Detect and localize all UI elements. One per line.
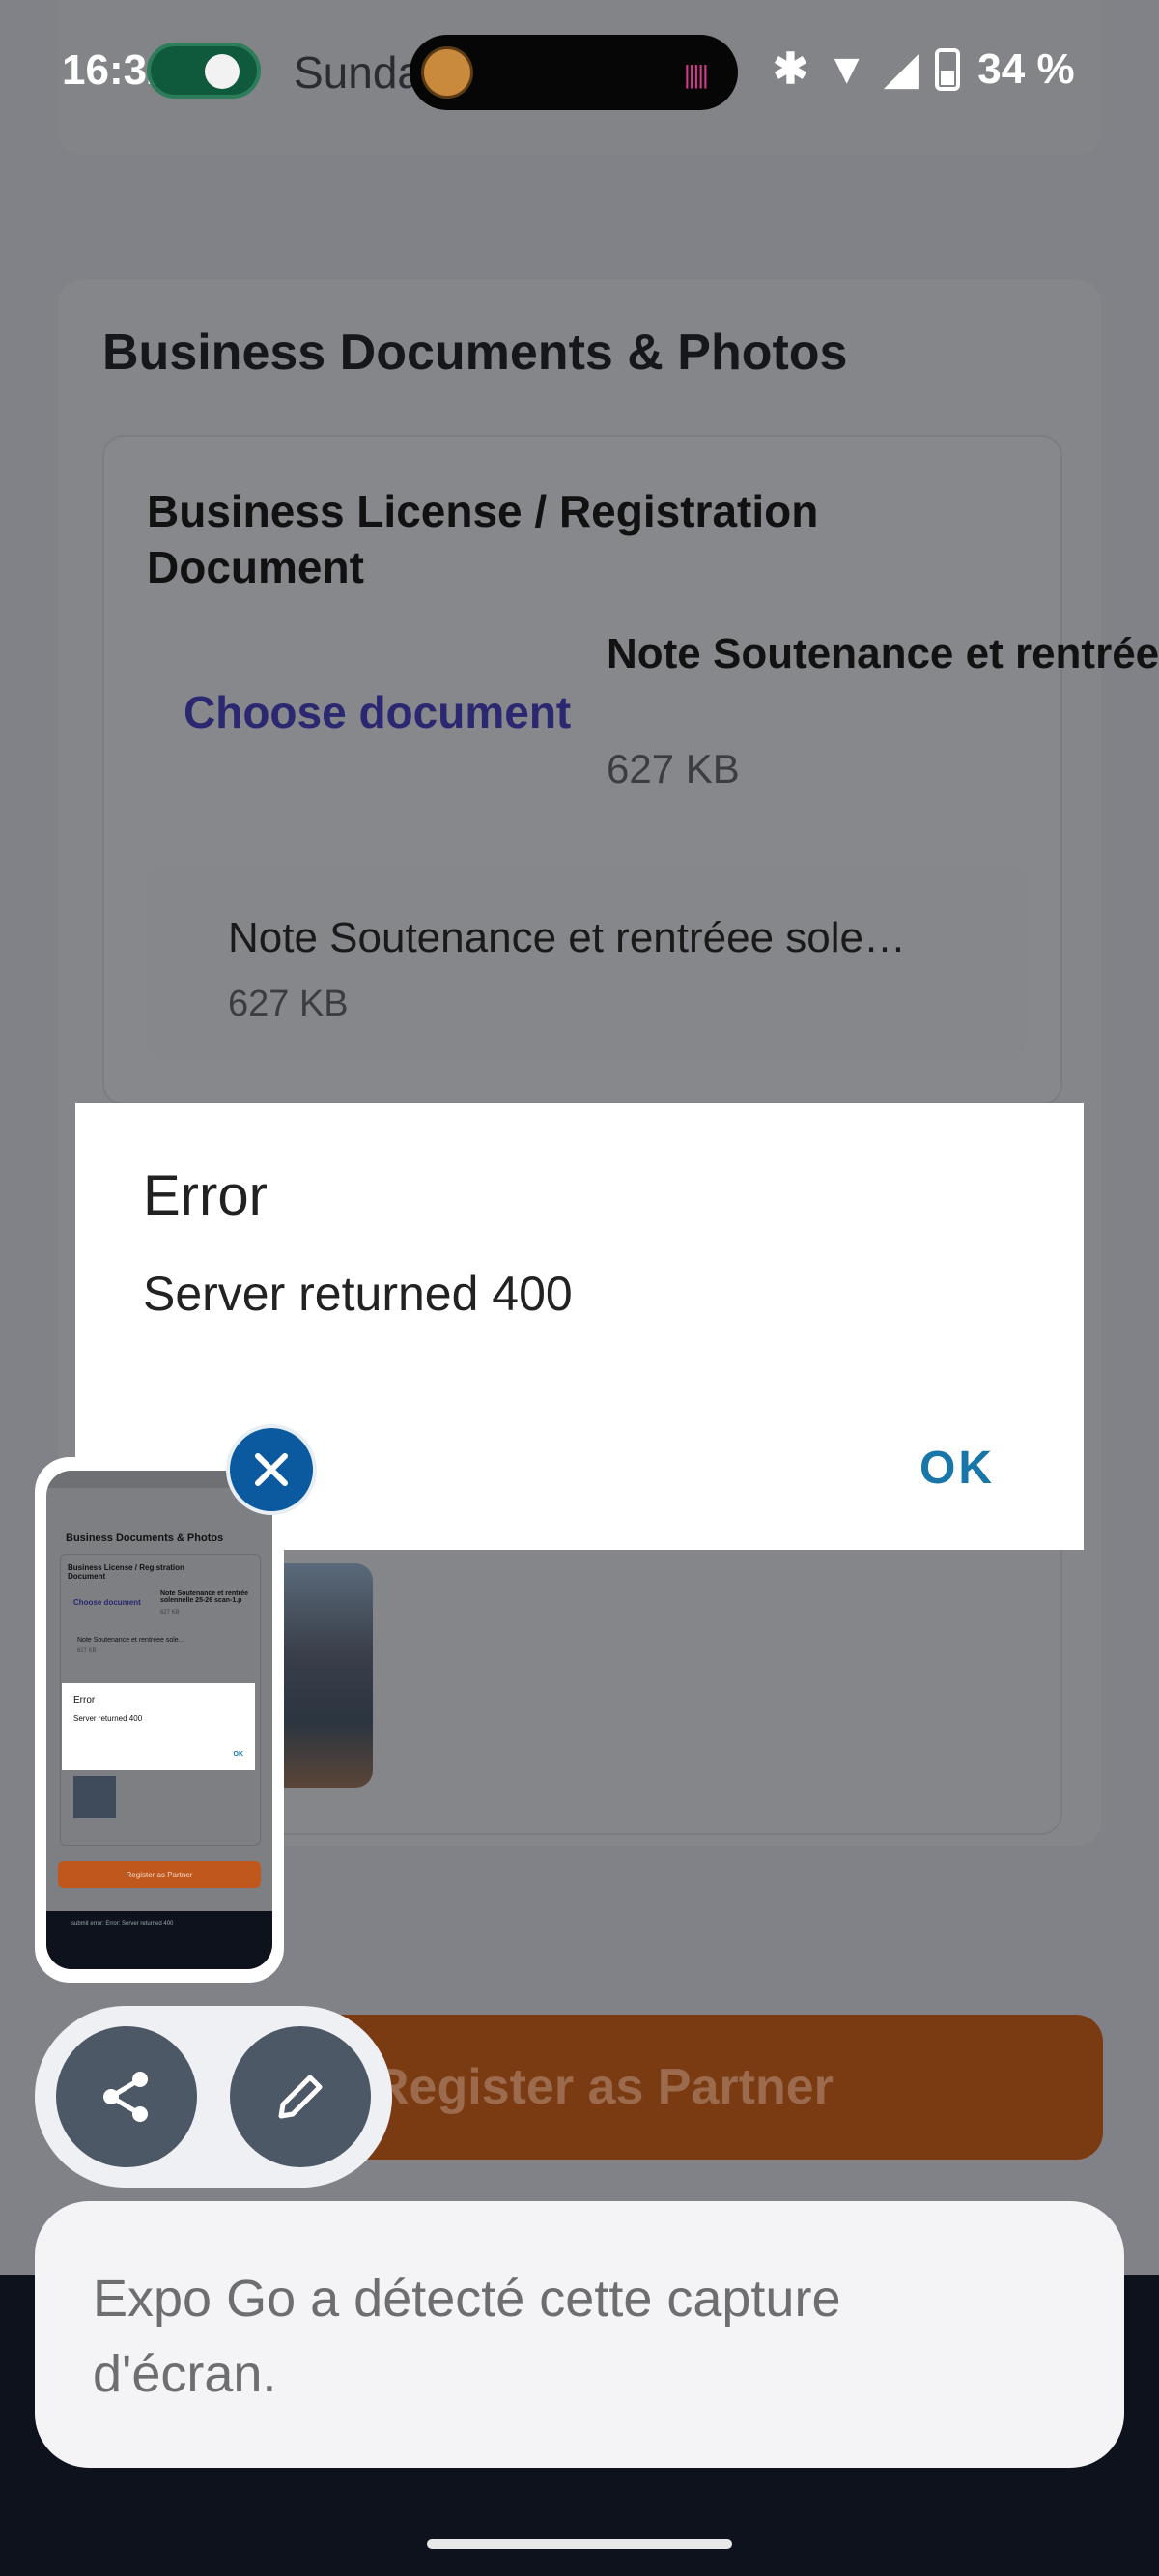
status-icons: ✱ ▼ ◢ 34 % <box>773 44 1075 94</box>
preview-file-size: 627 KB <box>160 1610 180 1616</box>
screen-record-indicator <box>147 43 261 99</box>
home-indicator[interactable] <box>427 2539 732 2549</box>
business-photo[interactable] <box>280 1563 373 1788</box>
pencil-icon <box>278 2075 323 2119</box>
selected-file-name: Note Soutenance et rentrée solennelle 25… <box>607 630 1159 677</box>
battery-percent: 34 % <box>977 44 1075 93</box>
preview-ok: OK <box>233 1751 244 1758</box>
preview-bottom-bar <box>46 1911 272 1969</box>
preview-doc-label: Business License / Registration Document <box>68 1563 184 1581</box>
choose-document-button[interactable]: Choose document <box>184 686 571 738</box>
record-icon <box>205 54 240 89</box>
preview-bottom-text: submit error: Error: Server returned 400 <box>71 1921 174 1927</box>
screenshot-toast: Expo Go a détecté cette capture d'écran. <box>35 2201 1124 2468</box>
status-bar: 16:32 Sunda ||||| ✱ ▼ ◢ 34 % <box>0 0 1159 145</box>
battery-icon <box>935 47 961 91</box>
close-icon <box>255 1453 288 1486</box>
register-partner-button[interactable]: Register as Partner <box>290 2015 1103 2160</box>
file-item-name: Note Soutenance et rentréee sole… <box>228 914 907 961</box>
ok-button[interactable]: OK <box>919 1442 995 1495</box>
edit-button[interactable] <box>230 2026 371 2167</box>
close-preview-button[interactable] <box>226 1424 317 1515</box>
preview-file-name: Note Soutenance et rentrée solennelle 25… <box>160 1590 249 1604</box>
dialog-title: Error <box>143 1164 268 1227</box>
screenshot-actions <box>35 2006 392 2188</box>
signal-icon: ◢ <box>885 45 919 93</box>
preview-error-title: Error <box>73 1695 96 1705</box>
media-thumbnail-icon <box>421 46 473 99</box>
file-item-size: 627 KB <box>228 984 349 1024</box>
section-title: Business Documents & Photos <box>102 325 848 381</box>
preview-file-item: Note Soutenance et rentréee sole… <box>77 1637 185 1644</box>
bluetooth-icon: ✱ <box>773 45 808 93</box>
selected-file-size: 627 KB <box>607 746 740 791</box>
screenshot-preview[interactable]: Business Documents & Photos Business Lic… <box>46 1471 272 1969</box>
preview-error-message: Server returned 400 <box>73 1714 143 1723</box>
audio-bars-icon: ||||| <box>684 60 709 89</box>
preview-register: Register as Partner <box>58 1861 261 1888</box>
document-label: Business License / Registration Document <box>147 486 819 592</box>
notification-text: Sunda <box>294 47 423 98</box>
wifi-icon: ▼ <box>825 44 868 93</box>
share-icon <box>103 2072 148 2122</box>
preview-photo <box>73 1776 116 1818</box>
toast-message: Expo Go a détecté cette capture d'écran. <box>93 2270 841 2403</box>
preview-dialog: Error Server returned 400 OK <box>62 1683 255 1770</box>
preview-file-item-size: 627 KB <box>77 1648 97 1654</box>
preview-section-title: Business Documents & Photos <box>66 1532 224 1544</box>
preview-choose: Choose document <box>73 1598 141 1607</box>
dialog-message: Server returned 400 <box>143 1267 573 1321</box>
share-button[interactable] <box>56 2026 197 2167</box>
